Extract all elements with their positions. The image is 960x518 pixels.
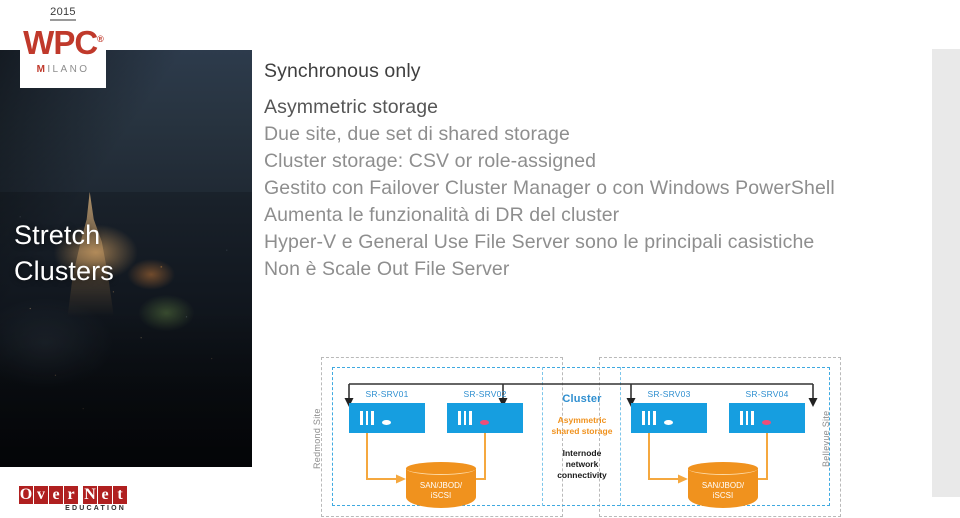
bullet-line-4: Cluster storage: CSV or role-assigned [264,150,597,172]
storage-label-right-l1: SAN/JBOD/ [701,481,745,490]
server-led-1 [382,420,391,425]
overnet-letter-6: e [98,486,112,504]
bullet-line-5: Gestito con Failover Cluster Manager o c… [264,177,835,199]
page-title: Stretch Clusters [14,217,114,289]
wpc-wordmark-text: WPC [23,24,98,61]
overnet-letter-2: v [34,486,48,504]
server-led-4 [762,420,771,425]
server-label-1: SR-SRV01 [365,389,409,399]
bullet-line-3: Due site, due set di shared storage [264,123,570,145]
cluster-center-labels: Cluster Asymmetric shared storage Intern… [547,393,617,481]
storage-label-left-l1: SAN/JBOD/ [419,481,463,490]
overnet-wordmark: OverNet [19,486,128,504]
asymmetric-storage-label: Asymmetric shared storage [547,415,617,437]
slide-canvas: Stretch Clusters 2015 WPC® MILANO OverNe… [0,0,960,518]
server-label-2: SR-SRV02 [463,389,507,399]
bullet-line-8: Non è Scale Out File Server [264,258,510,280]
internode-l2: network [565,459,599,469]
overnet-letter-1: O [19,486,33,504]
bullet-line-7: Hyper-V e General Use File Server sono l… [264,231,815,253]
server-icon-3 [642,411,656,425]
server-icon-4 [740,411,754,425]
internode-network-label: Internode network connectivity [547,448,617,481]
overnet-subtitle: EDUCATION [65,505,126,512]
cluster-title: Cluster [562,393,602,405]
right-gutter-band [932,49,960,497]
server-node-2[interactable] [447,403,523,433]
page-title-line1: Stretch [14,220,101,250]
storage-label-left-l2: iSCSI [430,491,452,500]
storage-cylinder-right[interactable]: SAN/JBOD/ iSCSI [688,461,758,513]
server-led-3 [664,420,673,425]
server-icon-2 [458,411,472,425]
overnet-letter-7: t [113,486,127,504]
bullet-list: Synchronous only Asymmetric storage Due si… [264,58,914,283]
server-label-3: SR-SRV03 [647,389,691,399]
bullet-line-1: Synchronous only [264,60,421,82]
bullet-line-2: Asymmetric storage [264,96,439,118]
wpc-milano: MILANO [37,64,90,75]
bullet-line-6: Aumenta le funzionalità di DR del cluste… [264,204,620,226]
storage-cap-right [688,462,758,475]
bullet-spacer [264,85,914,94]
wpc-logo: 2015 WPC® MILANO [20,0,106,88]
internode-l3: connectivity [557,470,607,480]
storage-cap-left [406,462,476,475]
server-node-3[interactable] [631,403,707,433]
overnet-logo: OverNet EDUCATION [19,486,128,512]
server-node-1[interactable] [349,403,425,433]
wpc-wordmark: WPC® [23,22,104,61]
wpc-trademark: ® [97,34,104,44]
wpc-milano-rest: ILANO [47,64,90,75]
server-icon-1 [360,411,374,425]
asymmetric-storage-l1: Asymmetric [557,415,607,425]
storage-label-right: SAN/JBOD/ iSCSI [688,481,758,501]
storage-label-left: SAN/JBOD/ iSCSI [406,481,476,501]
wpc-year: 2015 [50,6,76,18]
overnet-letter-5: N [83,486,97,504]
server-led-2 [480,420,489,425]
server-label-4: SR-SRV04 [745,389,789,399]
wpc-year-rule [50,19,76,21]
server-node-4[interactable] [729,403,805,433]
wpc-milano-m: M [36,64,48,75]
page-title-line2: Clusters [14,256,114,286]
internode-l1: Internode [562,448,602,458]
overnet-letter-3: e [49,486,63,504]
storage-label-right-l2: iSCSI [712,491,734,500]
overnet-letter-4: r [64,486,78,504]
storage-cylinder-left[interactable]: SAN/JBOD/ iSCSI [406,461,476,513]
asymmetric-storage-l2: shared storage [551,426,613,436]
stretch-cluster-diagram: Redmond Site Bellevue Site SR-SRV01 SR-S… [312,357,841,518]
